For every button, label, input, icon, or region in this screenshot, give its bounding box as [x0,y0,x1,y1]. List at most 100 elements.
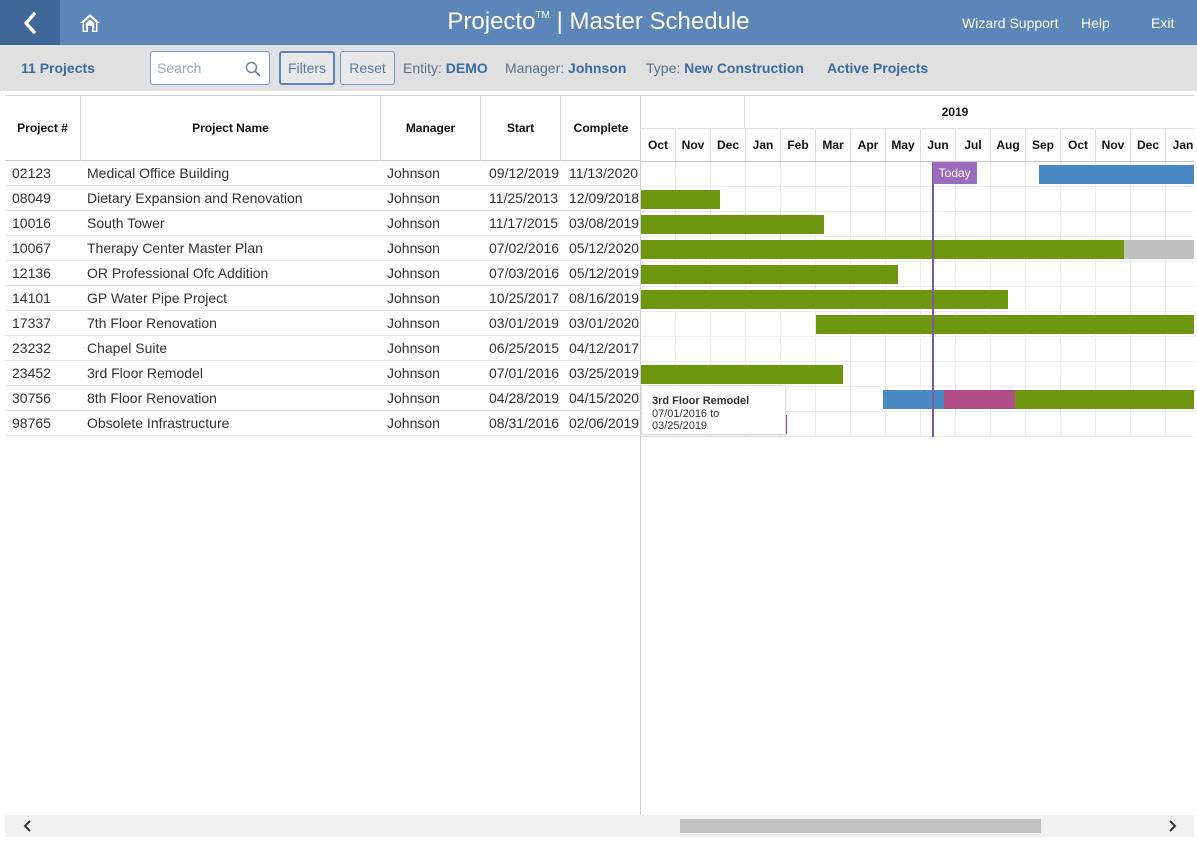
col-header-manager[interactable]: Manager [381,96,481,161]
table-header: Project # Project Name Manager Start Com… [5,95,641,161]
table-row[interactable]: 23452 3rd Floor Remodel Johnson 07/01/2016 0… [5,361,641,386]
month-header: Oct [641,129,676,161]
month-header: Jan [746,129,781,161]
type-filter[interactable]: Type: New Construction [646,45,804,91]
col-header-project-number[interactable]: Project # [5,96,81,161]
col-header-project-name[interactable]: Project Name [81,96,381,161]
cell-complete: 03/25/2019 [569,365,640,381]
reset-button[interactable]: Reset [340,51,395,85]
cell-manager: Johnson [387,290,440,306]
table-row[interactable]: 12136 OR Professional Ofc Addition Johnson… [5,261,641,286]
gantt-bar[interactable] [1038,165,1194,184]
cell-start: 06/25/2015 [489,340,559,356]
home-button[interactable] [72,8,108,38]
horizontal-scrollbar[interactable] [5,815,1194,837]
manager-filter[interactable]: Manager: Johnson [505,45,626,91]
cell-manager: Johnson [387,365,440,381]
cell-start: 07/02/2016 [489,240,559,256]
gantt-bar[interactable] [816,315,1194,334]
cell-complete: 05/12/2019 [569,265,640,281]
gantt-bar[interactable] [882,390,945,409]
cell-project-name: Obsolete Infrastructure [87,415,230,431]
cell-project-number: 23232 [12,340,51,356]
month-header: Nov [676,129,711,161]
gantt-bar[interactable] [641,190,721,209]
cell-project-number: 98765 [12,415,51,431]
chevron-left-icon [23,820,31,832]
entity-value: DEMO [445,60,488,76]
filters-button[interactable]: Filters [279,51,335,85]
cell-manager: Johnson [387,190,440,206]
cell-project-name: 7th Floor Renovation [87,315,217,331]
gantt-bar[interactable] [641,290,1008,309]
cell-complete: 11/13/2020 [569,165,639,181]
type-value: New Construction [684,60,804,76]
page-subtitle: | Master Schedule [556,8,750,35]
trademark: TM [535,10,550,21]
cell-manager: Johnson [387,390,440,406]
entity-label: Entity: [403,60,442,76]
cell-project-number: 14101 [12,290,51,306]
cell-complete: 03/08/2019 [569,215,640,231]
cell-project-name: Dietary Expansion and Renovation [87,190,303,206]
gantt-bar[interactable] [641,365,844,384]
cell-manager: Johnson [387,215,440,231]
chevron-left-icon [24,11,36,34]
table-row[interactable]: 23232 Chapel Suite Johnson 06/25/2015 04/12/… [5,336,641,361]
gantt-year-row: 2019 [641,96,1194,129]
cell-project-number: 23452 [12,365,51,381]
wizard-support-link[interactable]: Wizard Support [962,0,1058,45]
scroll-right-arrow[interactable] [1161,815,1183,837]
gantt-bar[interactable] [641,240,1124,259]
search-icon[interactable] [245,61,261,77]
app-header: ProjectoTM | Master Schedule Wizard Supp… [0,0,1197,45]
scroll-left-arrow[interactable] [17,815,39,837]
cell-start: 11/17/2015 [489,215,559,231]
table-row[interactable]: 17337 7th Floor Renovation Johnson 03/01/20… [5,311,641,336]
table-row[interactable]: 98765 Obsolete Infrastructure Johnson 08/31… [5,411,641,436]
gantt-chart: 2019 Oct Nov Dec Jan Feb Mar Apr May Jun Jul Aug Se… [641,95,1194,815]
cell-project-name: South Tower [87,215,165,231]
entity-filter[interactable]: Entity: DEMO [403,45,488,91]
month-header: Feb [781,129,816,161]
month-header: Oct [1061,129,1096,161]
help-link[interactable]: Help [1081,0,1110,45]
month-header: Sep [1026,129,1061,161]
scroll-thumb[interactable] [680,819,1041,833]
table-row[interactable]: 10067 Therapy Center Master Plan Johnson 07… [5,236,641,261]
exit-link[interactable]: Exit [1151,0,1174,45]
table-row[interactable]: 08049 Dietary Expansion and Renovation Joh… [5,186,641,211]
cell-start: 10/25/2017 [489,290,559,306]
month-header: Apr [851,129,886,161]
back-button[interactable] [0,0,60,45]
cell-manager: Johnson [387,240,440,256]
cell-project-name: Therapy Center Master Plan [87,240,263,256]
gantt-grid-row [641,337,1194,362]
table-row[interactable]: 02123 Medical Office Building Johnson 09/12… [5,161,641,186]
cell-project-number: 17337 [12,315,51,331]
gantt-bar[interactable] [641,215,824,234]
gantt-bar[interactable] [944,390,1015,409]
cell-project-name: GP Water Pipe Project [87,290,228,306]
col-header-complete[interactable]: Complete [561,96,641,161]
table-row[interactable]: 10016 South Tower Johnson 11/17/2015 03/08/2… [5,211,641,236]
col-header-start[interactable]: Start [481,96,561,161]
cell-manager: Johnson [387,265,440,281]
cell-start: 11/25/2013 [489,190,559,206]
gantt-bar[interactable] [1014,390,1194,409]
cell-start: 07/01/2016 [489,365,559,381]
tooltip-range: 07/01/2016 to 03/25/2019 [652,408,720,432]
cell-start: 07/03/2016 [489,265,559,281]
table-row[interactable]: 30756 8th Floor Renovation Johnson 04/28/20… [5,386,641,411]
gantt-bar[interactable] [641,265,899,284]
project-count: 11 Projects [21,60,95,76]
manager-label: Manager: [505,60,565,76]
status-filter[interactable]: Active Projects [827,45,928,91]
cell-project-name: 3rd Floor Remodel [87,365,203,381]
cell-complete: 04/12/2017 [569,340,640,356]
gantt-bar[interactable] [1124,240,1194,259]
chevron-right-icon [1169,820,1177,832]
cell-manager: Johnson [387,415,440,431]
search-input[interactable] [157,52,245,84]
table-row[interactable]: 14101 GP Water Pipe Project Johnson 10/25/2… [5,286,641,311]
